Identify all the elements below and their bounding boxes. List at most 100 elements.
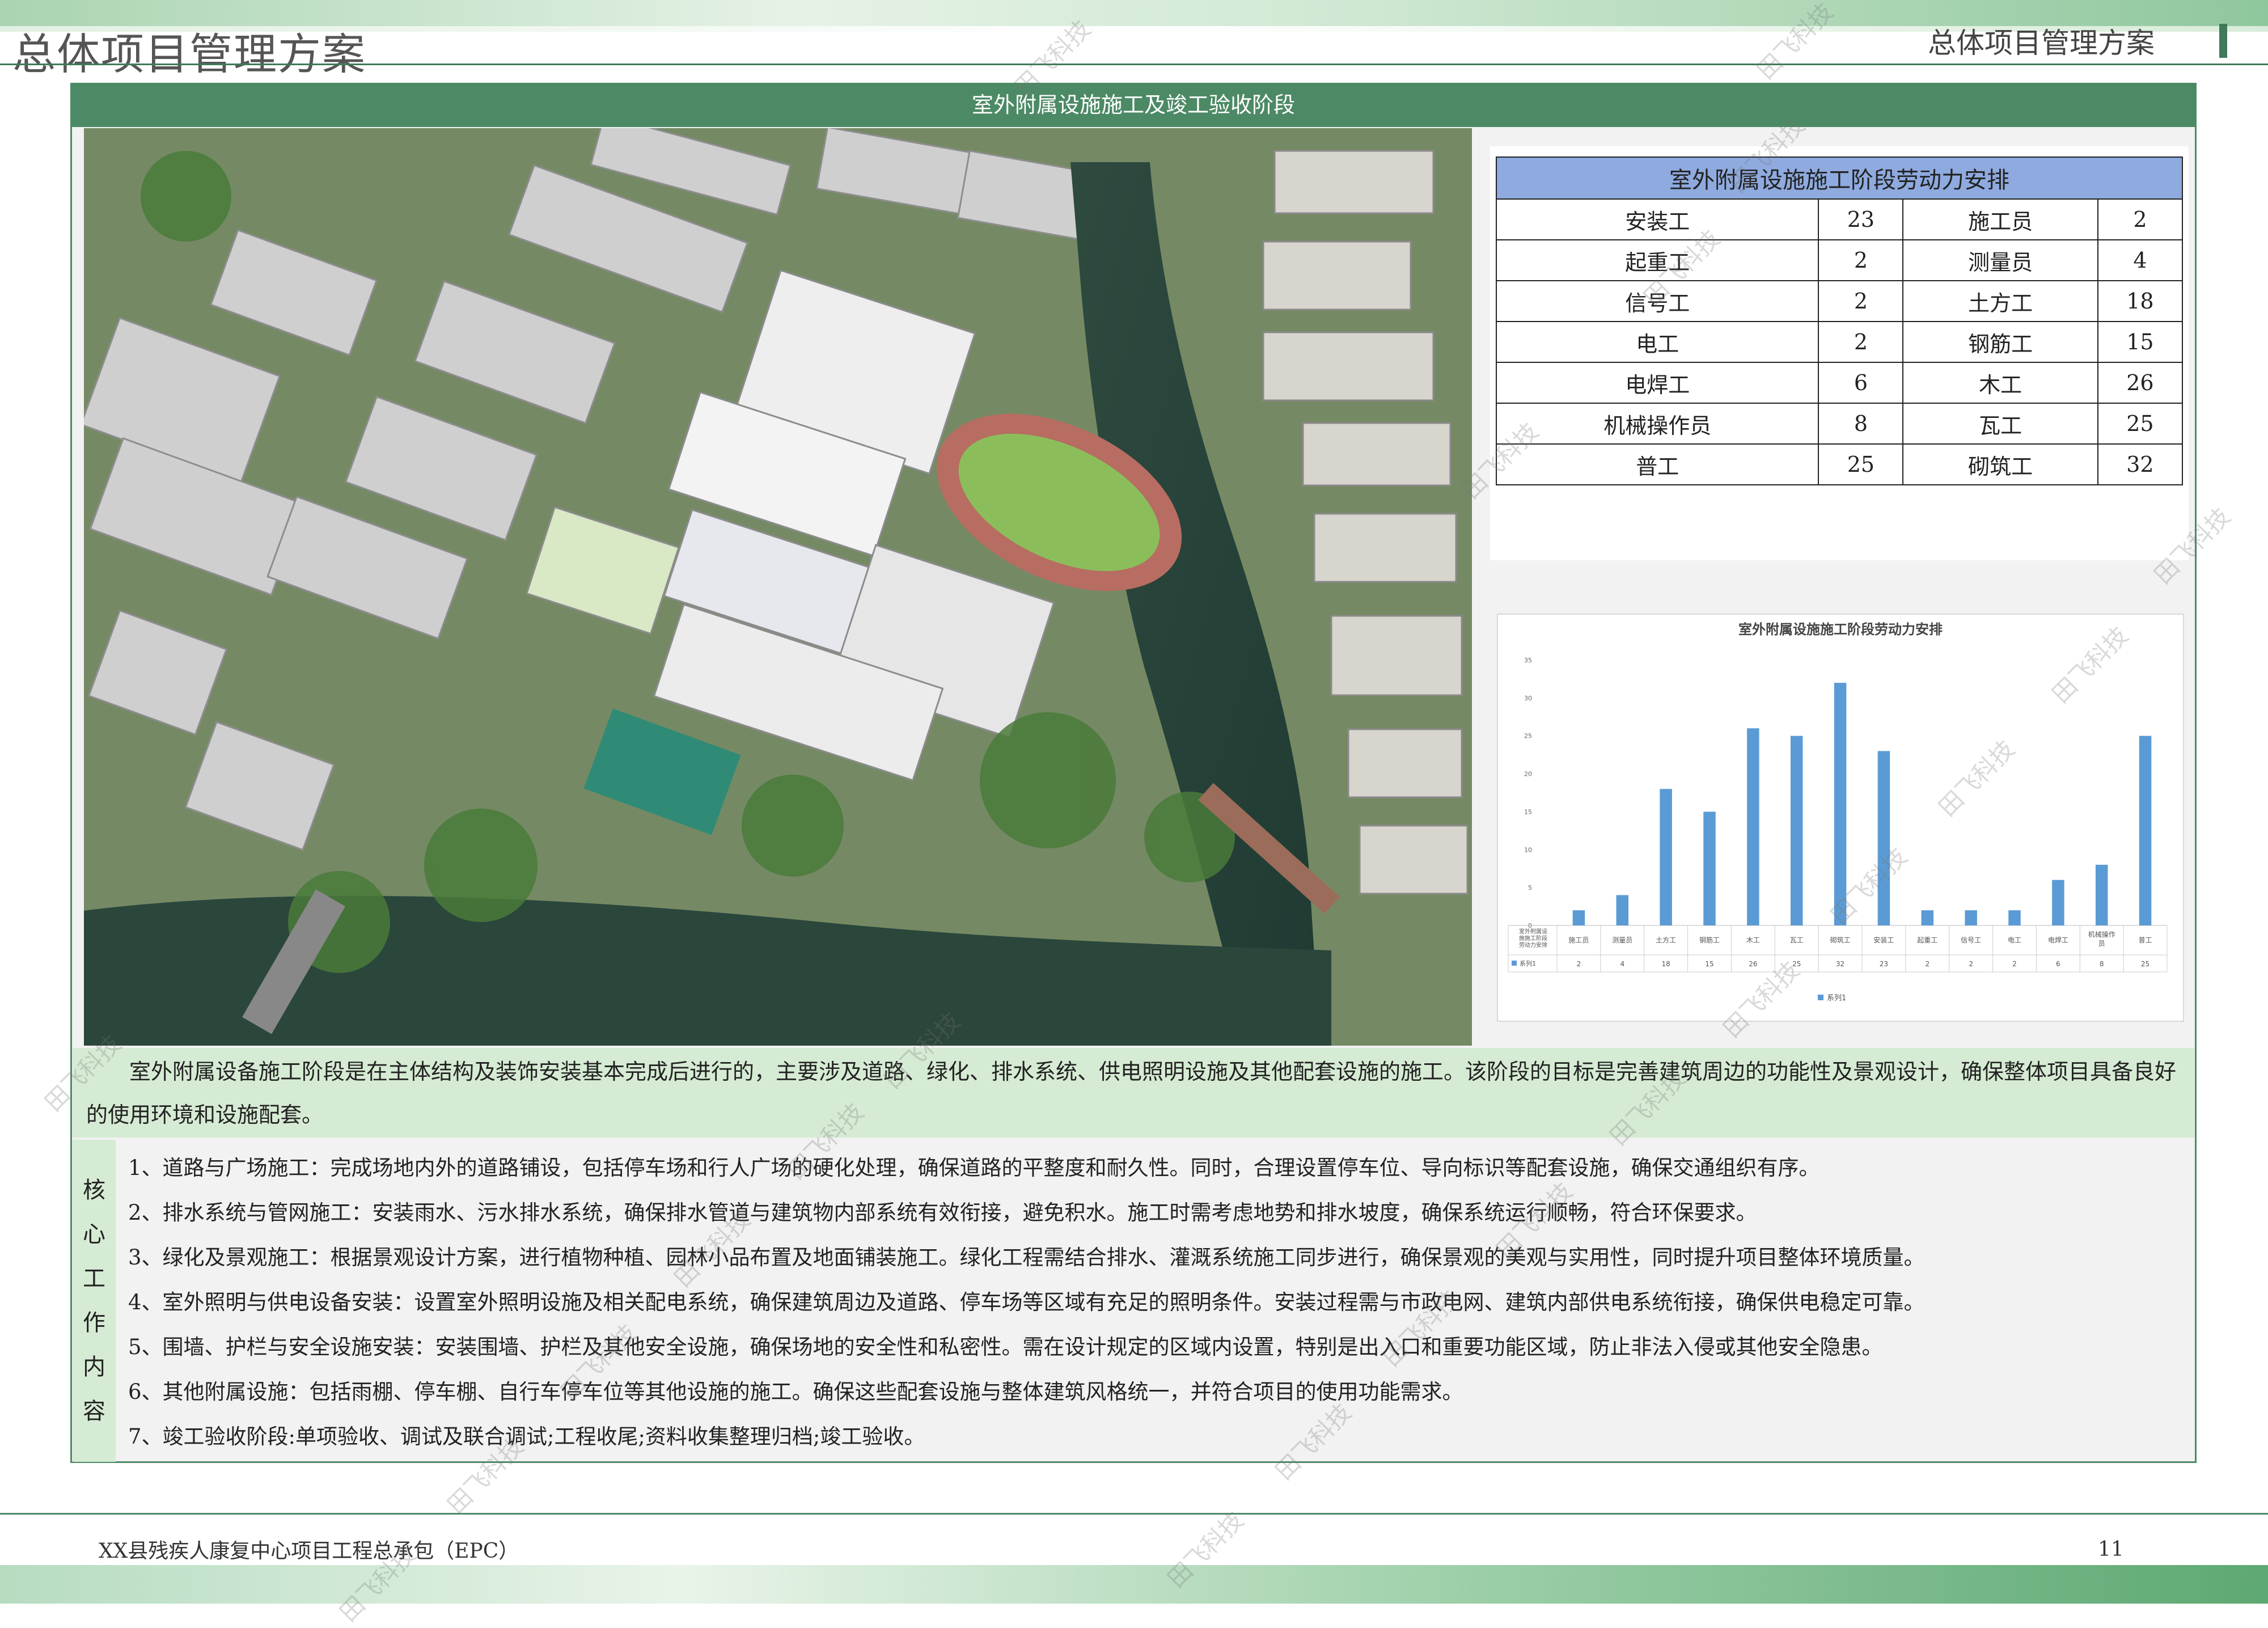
core-label-char: 作: [83, 1310, 105, 1336]
header-title-left: 总体项目管理方案: [12, 29, 366, 79]
labor-bar-chart-panel: 室外附属设施施工阶段劳动力安排05101520253035室外附属设施施工阶段劳…: [1497, 614, 2184, 1022]
bar: [1747, 728, 1759, 925]
table-cell: 8: [1818, 403, 1904, 445]
x-tick-label: 钢筋工: [1699, 936, 1720, 944]
x-tick-label: 机械操作: [2088, 930, 2115, 938]
table-row: 起重工 2 测量员 4: [1495, 239, 2184, 281]
footer-project-name: XX县残疾人康复中心项目工程总承包（EPC）: [99, 1540, 519, 1563]
x-tick-label: 施工员: [1568, 936, 1589, 944]
bar: [2139, 735, 2152, 925]
x-tick-label: 起重工: [1917, 936, 1937, 944]
list-item: 2、排水系统与管网施工：安装雨水、污水排水系统，确保排水管道与建筑物内部系统有效…: [128, 1200, 1757, 1225]
table-cell: 2: [2097, 198, 2184, 240]
table-cell: 起重工: [1495, 239, 1820, 281]
data-table-value: 2: [2012, 960, 2017, 968]
x-tick-label: 电工: [2008, 936, 2021, 944]
table-cell: 瓦工: [1902, 403, 2098, 445]
site-aerial-illustration: [84, 128, 1472, 1046]
table-cell: 电焊工: [1495, 362, 1820, 404]
x-tick-label: 木工: [1746, 936, 1760, 944]
x-tick-label: 电焊工: [2048, 936, 2068, 944]
table-cell: 信号工: [1495, 280, 1820, 322]
y-tick-label: 5: [1528, 884, 1532, 891]
section-title-bar: 室外附属设施施工及竣工验收阶段: [70, 83, 2197, 127]
chart-title: 室外附属设施施工阶段劳动力安排: [1738, 621, 1943, 637]
header-rule: [0, 64, 2268, 65]
core-label-char: 核: [83, 1177, 105, 1203]
x-tick-label: 信号工: [1961, 936, 1981, 944]
table-cell: 2: [1818, 239, 1904, 281]
table-corner-label: 室外附属设: [1519, 928, 1547, 935]
y-tick-label: 25: [1524, 733, 1532, 740]
bar: [1660, 789, 1672, 925]
x-tick-label: 测量员: [1612, 936, 1632, 944]
x-tick-label: 安装工: [1873, 936, 1894, 944]
footer-band: [0, 1565, 2268, 1604]
bar: [1965, 910, 1977, 925]
data-table-value: 8: [2100, 960, 2104, 968]
legend-swatch: [1818, 995, 1823, 1000]
table-cell: 测量员: [1902, 239, 2098, 281]
table-cell: 26: [2097, 362, 2184, 404]
list-item: 6、其他附属设施：包括雨棚、停车棚、自行车停车位等其他设施的施工。确保这些配套设…: [128, 1380, 1463, 1404]
table-cell: 18: [2097, 280, 2184, 322]
labor-bar-chart: 室外附属设施施工阶段劳动力安排05101520253035室外附属设施施工阶段劳…: [1508, 621, 2168, 1003]
table-corner-label: 施施工阶段: [1519, 934, 1547, 942]
labor-table-title: 室外附属设施施工阶段劳动力安排: [1496, 157, 2183, 200]
data-table-value: 25: [1792, 960, 1801, 968]
bar: [1921, 910, 1934, 925]
y-tick-label: 30: [1524, 695, 1532, 702]
legend-label: 系列1: [1827, 994, 1846, 1003]
table-cell: 4: [2097, 239, 2184, 281]
core-label-char: 容: [83, 1398, 105, 1424]
header-title-right: 总体项目管理方案: [1928, 27, 2155, 60]
data-table-value: 2: [1925, 960, 1930, 968]
core-content-list: 1、道路与广场施工：完成场地内外的道路铺设，包括停车场和行人广场的硬化处理，确保…: [117, 1140, 2194, 1462]
labor-table: 室外附属设施施工阶段劳动力安排 安装工 23 施工员 2 起重工 2 测量员 4…: [1495, 157, 2184, 485]
bar: [1877, 751, 1890, 925]
core-content-label: 核 心 工 作 内 容: [73, 1140, 116, 1462]
legend-swatch: [1512, 961, 1517, 966]
table-cell: 安装工: [1495, 198, 1820, 240]
table-cell: 2: [1818, 280, 1904, 322]
bar: [1834, 683, 1847, 925]
header-accent-mark: [2219, 24, 2227, 58]
list-item: 5、围墙、护栏与安全设施安装：安装围墙、护栏及其他安全设施，确保场地的安全性和私…: [128, 1335, 1883, 1359]
x-tick-label: 普工: [2139, 936, 2152, 944]
bar: [1790, 735, 1803, 925]
table-cell: 15: [2097, 321, 2184, 363]
core-label-char: 内: [83, 1354, 105, 1380]
data-table-value: 6: [2056, 960, 2060, 968]
bar: [2052, 879, 2064, 925]
bar: [1703, 811, 1716, 925]
data-table-value: 15: [1705, 960, 1713, 968]
x-tick-label: 土方工: [1656, 936, 1676, 944]
bar: [2095, 865, 2108, 925]
core-label-char: 心: [83, 1221, 105, 1248]
table-cell: 施工员: [1902, 198, 2098, 240]
y-tick-label: 10: [1524, 846, 1532, 853]
table-cell: 2: [1818, 321, 1904, 363]
table-cell: 土方工: [1902, 280, 2098, 322]
list-item: 1、道路与广场施工：完成场地内外的道路铺设，包括停车场和行人广场的硬化处理，确保…: [128, 1156, 1820, 1180]
list-item: 3、绿化及景观施工：根据景观设计方案，进行植物种植、园林小品布置及地面铺装施工。…: [128, 1245, 1925, 1270]
table-cell: 25: [1818, 443, 1904, 485]
table-corner-label: 劳动力安排: [1519, 941, 1547, 949]
table-row: 信号工 2 土方工 18: [1495, 280, 2184, 322]
list-item: 7、竣工验收阶段:单项验收、调试及联合调试;工程收尾;资料收集整理归档;竣工验收…: [128, 1424, 925, 1449]
table-cell: 25: [2097, 403, 2184, 445]
y-tick-label: 35: [1524, 657, 1532, 664]
list-item: 4、室外照明与供电设备安装：设置室外照明设施及相关配电系统，确保建筑周边及道路、…: [128, 1290, 1925, 1314]
data-table-value: 32: [1836, 960, 1844, 968]
footer-page-number: 11: [2098, 1538, 2124, 1561]
table-cell: 砌筑工: [1902, 443, 2098, 485]
table-row: 安装工 23 施工员 2: [1495, 198, 2184, 240]
footer-rule: [0, 1513, 2268, 1515]
x-tick-label: 瓦工: [1790, 936, 1804, 944]
bar: [2008, 910, 2021, 925]
table-row: 机械操作员 8 瓦工 25: [1495, 403, 2184, 445]
data-table-value: 2: [1969, 960, 1973, 968]
y-tick-label: 20: [1524, 771, 1532, 778]
table-cell: 23: [1818, 198, 1904, 240]
table-row: 电焊工 6 木工 26: [1495, 362, 2184, 404]
